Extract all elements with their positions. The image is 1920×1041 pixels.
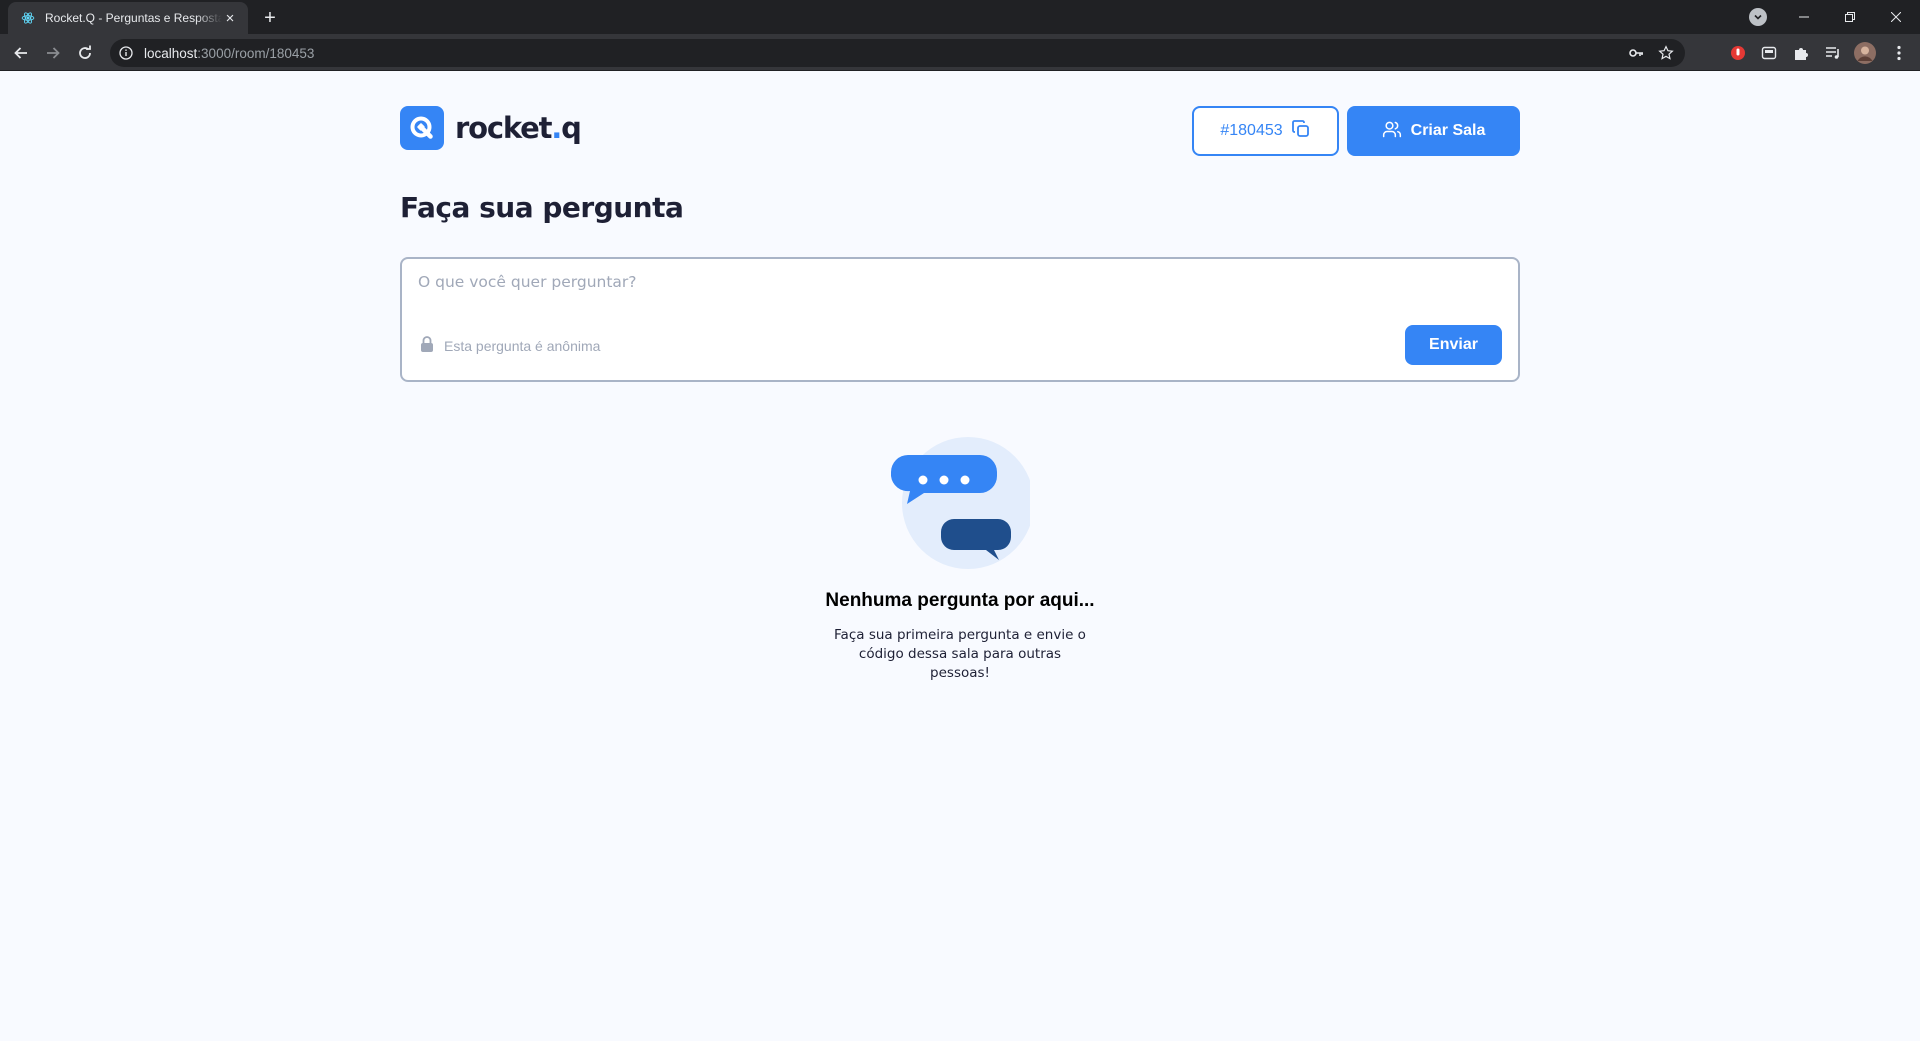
chat-bubbles-icon xyxy=(890,433,1034,573)
logo-word: rocket xyxy=(455,111,552,145)
url-host: localhost xyxy=(144,45,198,61)
browser-tab[interactable]: Rocket.Q - Perguntas e Respostas × xyxy=(8,2,248,34)
url-text: localhost:3000/room/180453 xyxy=(144,46,314,61)
create-room-label: Criar Sala xyxy=(1410,122,1486,139)
arrow-right-icon[interactable] xyxy=(40,40,66,66)
info-icon[interactable] xyxy=(118,45,134,61)
logo[interactable]: rocket.q xyxy=(400,106,582,150)
browser-tab-strip: Rocket.Q - Perguntas e Respostas × + xyxy=(0,0,1920,34)
empty-state-title: Nenhuma pergunta por aqui... xyxy=(825,590,1095,611)
create-room-button[interactable]: Criar Sala xyxy=(1347,106,1520,156)
logo-text: rocket.q xyxy=(455,111,582,145)
extension-shield-icon[interactable] xyxy=(1725,40,1751,66)
extension-cast-icon[interactable] xyxy=(1756,40,1782,66)
reload-icon[interactable] xyxy=(72,40,98,66)
browser-toolbar: localhost:3000/room/180453 xyxy=(0,34,1920,71)
room-code-button[interactable]: #180453 xyxy=(1192,106,1339,156)
minimize-icon[interactable] xyxy=(1781,0,1827,34)
browser-menu-icon[interactable] xyxy=(1886,40,1912,66)
star-icon[interactable] xyxy=(1653,39,1679,67)
empty-state-text: Faça sua primeira pergunta e envie o cód… xyxy=(830,626,1090,683)
room-code-text: #180453 xyxy=(1220,122,1283,139)
logo-mark-icon xyxy=(400,106,444,150)
new-tab-button[interactable]: + xyxy=(258,6,282,30)
close-window-icon[interactable] xyxy=(1873,0,1919,34)
lock-icon xyxy=(420,336,434,355)
key-icon[interactable] xyxy=(1623,39,1649,67)
question-form: Esta pergunta é anônima Enviar xyxy=(400,257,1520,382)
puzzle-icon[interactable] xyxy=(1788,40,1814,66)
address-bar[interactable]: localhost:3000/room/180453 xyxy=(110,39,1685,67)
avatar[interactable] xyxy=(1852,40,1878,66)
url-path: :3000/room/180453 xyxy=(197,45,315,61)
restore-icon[interactable] xyxy=(1827,0,1873,34)
tab-search-icon[interactable] xyxy=(1749,8,1767,26)
question-input[interactable] xyxy=(418,273,1498,303)
anonymous-notice: Esta pergunta é anônima xyxy=(420,336,600,355)
users-icon xyxy=(1382,119,1402,144)
logo-dot: . xyxy=(551,111,562,145)
send-button[interactable]: Enviar xyxy=(1405,325,1502,365)
tab-title: Rocket.Q - Perguntas e Respostas xyxy=(45,11,222,25)
empty-state-line-2: código dessa sala para outras pessoas! xyxy=(858,646,1062,681)
copy-icon xyxy=(1291,119,1311,144)
empty-state-line-1: Faça sua primeira pergunta e envie o xyxy=(834,627,1086,643)
anonymous-label: Esta pergunta é anônima xyxy=(444,337,601,354)
tab-close-icon[interactable]: × xyxy=(222,10,238,27)
arrow-left-icon[interactable] xyxy=(8,40,34,66)
page-content: rocket.q #180453 Criar Sala Faça sua per… xyxy=(0,71,1920,1041)
page-title: Faça sua pergunta xyxy=(400,191,684,224)
media-queue-icon[interactable] xyxy=(1820,40,1846,66)
react-icon xyxy=(20,10,36,26)
logo-letter: q xyxy=(561,111,582,145)
